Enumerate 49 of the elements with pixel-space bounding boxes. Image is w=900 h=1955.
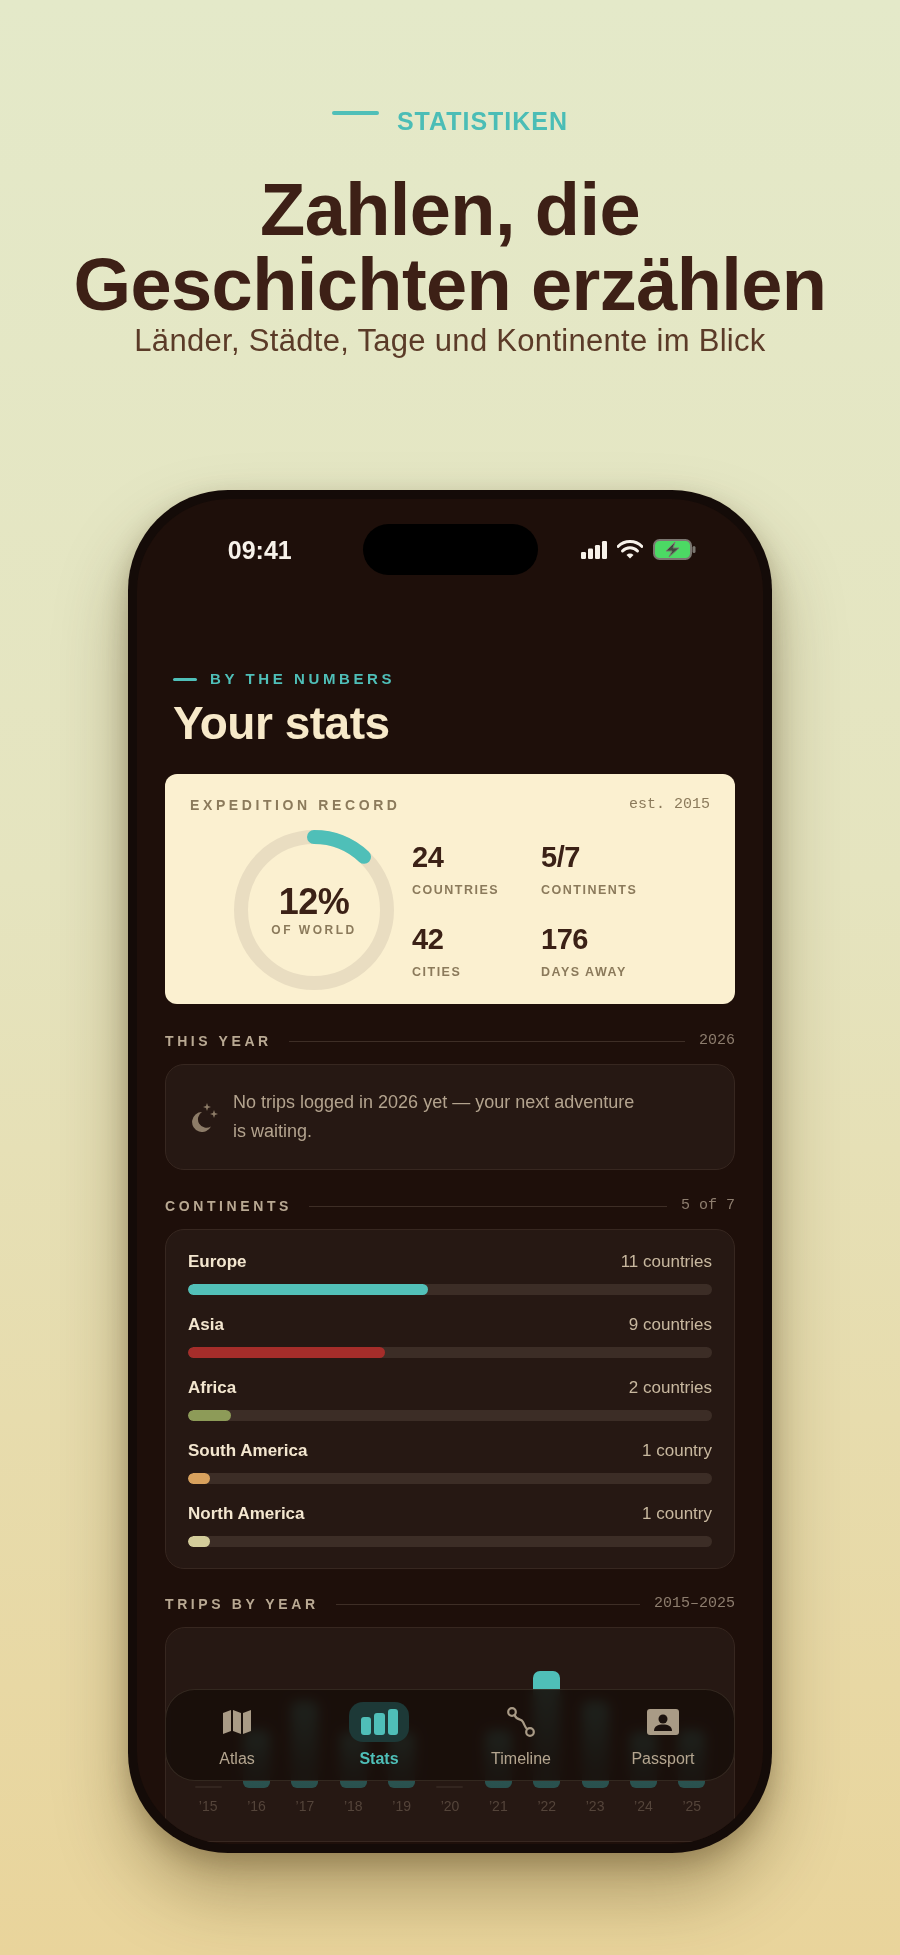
headline: Zahlen, die Geschichten erzählen — [72, 172, 828, 322]
bar-chart-icon — [349, 1701, 409, 1742]
section-meta: 5 of 7 — [681, 1197, 735, 1215]
person-card-icon — [647, 1708, 679, 1735]
tab[interactable]: Stats — [349, 1701, 409, 1769]
route-icon — [507, 1706, 535, 1737]
country-count: 1 country — [642, 1503, 712, 1525]
battery-icon — [652, 539, 696, 560]
stat-value: 5/7 — [541, 840, 581, 873]
tab[interactable]: Atlas — [207, 1701, 267, 1769]
section-eyebrow: STATISTIKEN — [396, 107, 569, 135]
country-count: 1 country — [642, 1440, 712, 1462]
stat-value: 24 — [412, 840, 445, 873]
stat-value: 176 — [541, 922, 589, 955]
tab[interactable]: Timeline — [491, 1701, 551, 1769]
status-time: 09:41 — [226, 534, 292, 565]
stat-label: DAYS AWAY — [541, 963, 628, 980]
signal-icon — [580, 540, 607, 559]
accent-line — [173, 677, 197, 681]
section-meta: 2015–2025 — [654, 1595, 735, 1613]
moon-stars-icon — [190, 1102, 218, 1132]
section-title: THIS YEAR — [165, 1032, 272, 1050]
stat-label: CONTINENTS — [541, 881, 639, 898]
world-percentage: 12% — [278, 882, 350, 922]
section-title: TRIPS BY YEAR — [165, 1595, 319, 1613]
continent-name: South America — [188, 1440, 308, 1462]
screen-eyebrow: BY THE NUMBERS — [210, 670, 396, 688]
section-meta: 2026 — [699, 1032, 735, 1050]
stat-label: CITIES — [412, 963, 463, 980]
subtitle: Länder, Städte, Tage und Kontinente im Blick — [134, 324, 766, 358]
map-icon — [223, 1708, 251, 1735]
country-count: 2 countries — [628, 1377, 712, 1399]
card-title: EXPEDITION RECORD — [190, 797, 401, 813]
country-count: 9 countries — [628, 1314, 712, 1336]
continent-name: Asia — [188, 1314, 224, 1336]
continent-name: Africa — [188, 1377, 237, 1399]
wifi-icon — [616, 540, 643, 559]
screen-title: Your stats — [172, 697, 391, 749]
stat-value: 42 — [412, 922, 445, 955]
tab[interactable]: Passport — [631, 1701, 695, 1769]
section-title: CONTINENTS — [165, 1197, 292, 1215]
continent-name: North America — [188, 1503, 305, 1525]
country-count: 11 countries — [620, 1251, 712, 1273]
stat-label: COUNTRIES — [412, 881, 501, 898]
established-year: est. 2015 — [629, 796, 710, 814]
accent-line — [331, 111, 379, 115]
continent-name: Europe — [188, 1251, 247, 1273]
empty-state-message: No trips logged in 2026 yet — your next adventure is waiting. — [233, 1091, 636, 1143]
world-label: OF WORLD — [271, 922, 357, 938]
